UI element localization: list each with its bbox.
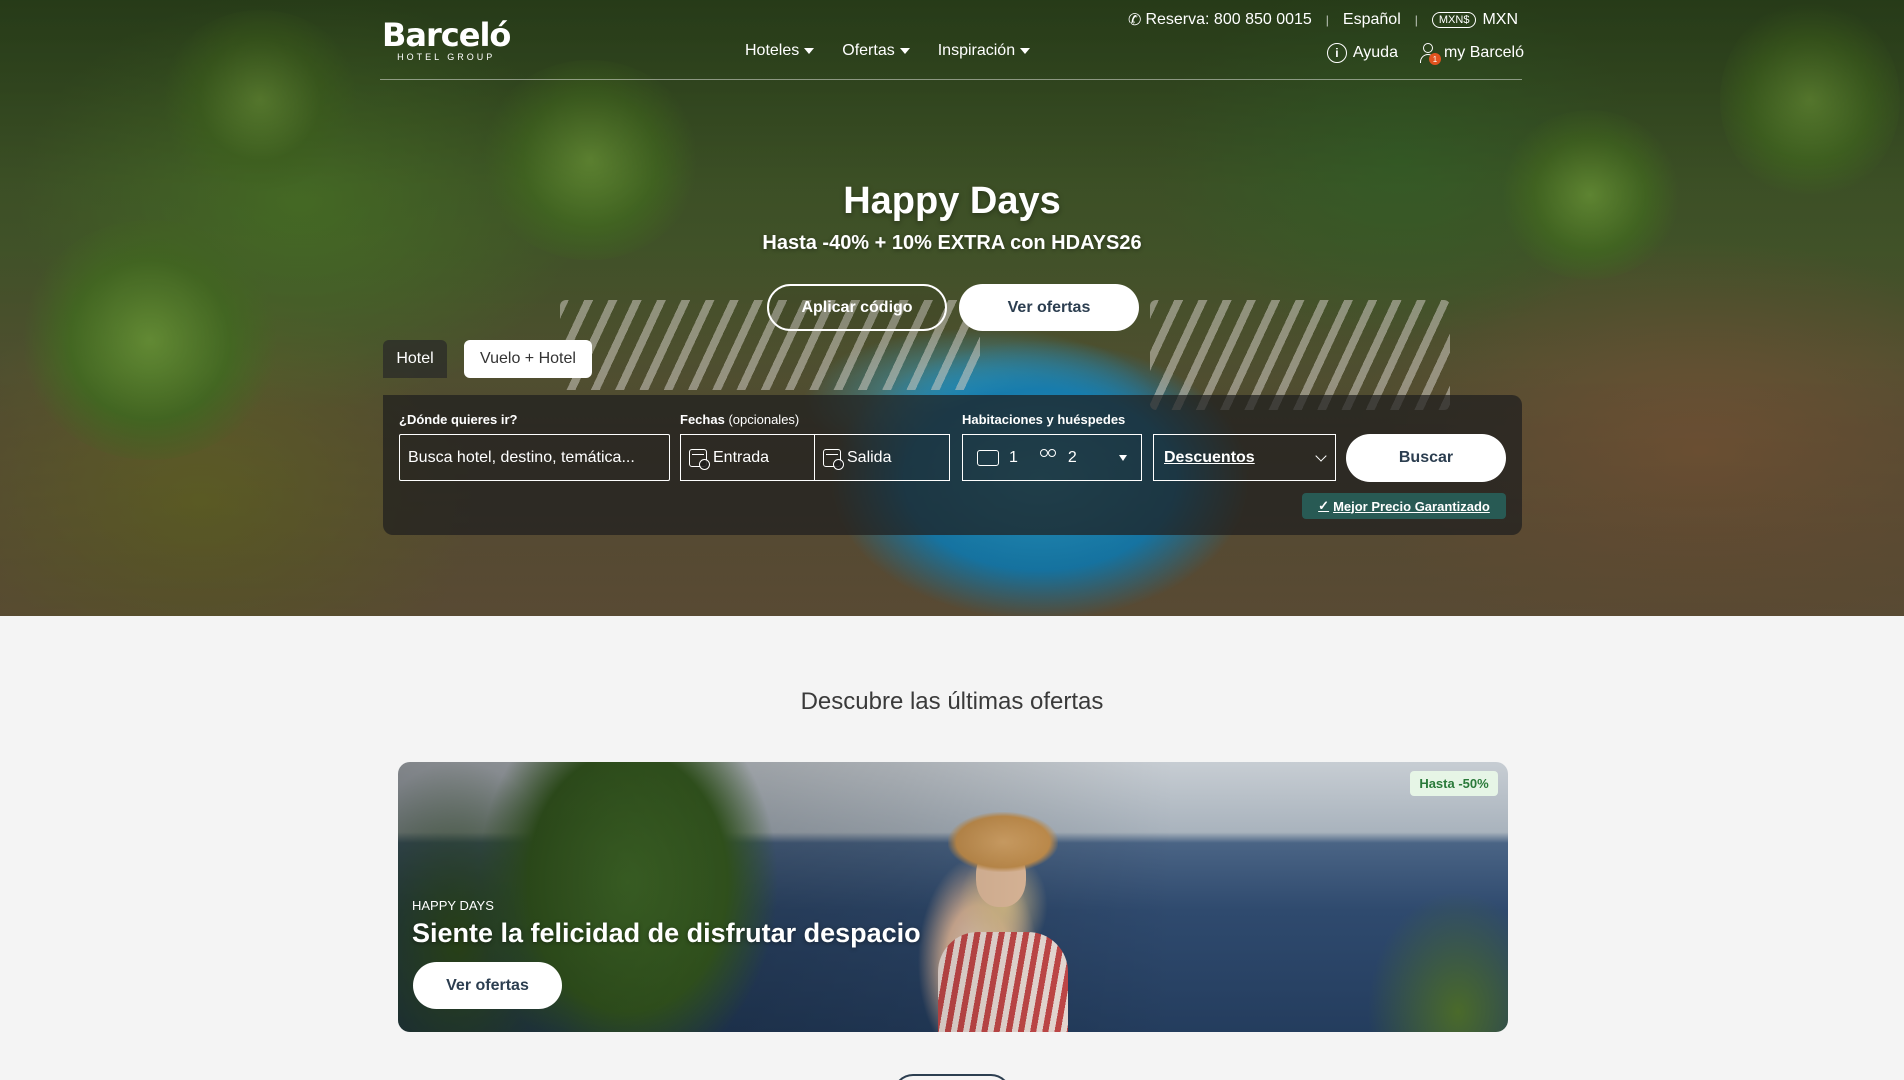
top-bar: ✆ Reserva: 800 850 0015 | Español | MXN$… bbox=[1128, 10, 1518, 30]
phone-icon: ✆ bbox=[1128, 12, 1142, 29]
dates-optional-text: (opcionales) bbox=[728, 412, 800, 427]
dates-label-text: Fechas bbox=[680, 412, 725, 427]
currency-selector[interactable]: MXN$ MXN bbox=[1431, 11, 1518, 29]
dates-label: Fechas (opcionales) bbox=[680, 412, 799, 427]
notification-badge: 1 bbox=[1428, 53, 1441, 65]
see-offers-button[interactable]: Ver ofertas bbox=[959, 284, 1139, 331]
divider: | bbox=[1414, 13, 1418, 27]
guests-count: 2 bbox=[1067, 448, 1077, 466]
logo-subtitle: HOTEL GROUP bbox=[397, 52, 496, 62]
rooms-count: 1 bbox=[1009, 448, 1018, 466]
caret-down-icon bbox=[899, 48, 910, 54]
tab-hotel[interactable]: Hotel bbox=[383, 340, 447, 378]
logo-brand: Barceló bbox=[382, 16, 511, 54]
next-section-button[interactable] bbox=[893, 1074, 1011, 1080]
nav-hoteles[interactable]: Hoteles bbox=[745, 42, 815, 60]
destination-input[interactable]: Busca hotel, destino, temática... bbox=[399, 434, 670, 481]
nav-ofertas[interactable]: Ofertas bbox=[842, 42, 910, 60]
header-divider bbox=[380, 79, 1522, 80]
help-link[interactable]: i Ayuda bbox=[1326, 43, 1398, 63]
offer-heading: Siente la felicidad de disfrutar despaci… bbox=[412, 918, 921, 948]
nav-right: i Ayuda 1 my Barceló bbox=[1326, 42, 1524, 65]
chevron-down-icon bbox=[1315, 449, 1327, 462]
user-icon: 1 bbox=[1418, 42, 1441, 65]
info-icon: i bbox=[1326, 43, 1347, 63]
promo-title: Happy Days bbox=[843, 180, 1061, 222]
checkout-field[interactable]: Salida bbox=[814, 434, 950, 481]
bed-icon bbox=[977, 449, 999, 466]
checkin-field[interactable]: Entrada bbox=[680, 434, 815, 481]
caret-down-icon bbox=[1020, 48, 1031, 54]
discount-badge: Hasta -50% bbox=[1410, 771, 1498, 796]
rooms-guests-selector[interactable]: 1 2 bbox=[962, 434, 1142, 481]
language-selector[interactable]: Español bbox=[1343, 11, 1401, 29]
search-button[interactable]: Buscar bbox=[1346, 434, 1506, 482]
discounts-label: Descuentos bbox=[1164, 448, 1255, 466]
currency-label: MXN bbox=[1482, 11, 1518, 28]
offer-tag: HAPPY DAYS bbox=[412, 898, 494, 913]
phone-label: Reserva: 800 850 0015 bbox=[1145, 11, 1312, 28]
help-label: Ayuda bbox=[1352, 44, 1398, 61]
account-link[interactable]: 1 my Barceló bbox=[1418, 42, 1524, 65]
guests-icon bbox=[1039, 448, 1058, 467]
tab-flight-hotel[interactable]: Vuelo + Hotel bbox=[464, 340, 592, 378]
best-price-label: Mejor Precio Garantizado bbox=[1333, 498, 1490, 514]
nav-label: Ofertas bbox=[842, 42, 895, 59]
discounts-selector[interactable]: Descuentos bbox=[1153, 434, 1336, 481]
check-icon: ✓ bbox=[1318, 498, 1330, 513]
offer-see-offers-button[interactable]: Ver ofertas bbox=[413, 962, 562, 1009]
barcelo-logo[interactable]: Barceló HOTEL GROUP bbox=[382, 16, 511, 62]
calendar-icon bbox=[689, 448, 710, 470]
nav-label: Hoteles bbox=[745, 42, 800, 59]
caret-down-icon bbox=[1119, 454, 1127, 461]
caret-down-icon bbox=[804, 48, 815, 54]
apply-code-button[interactable]: Aplicar código bbox=[767, 284, 947, 331]
rooms-label: Habitaciones y huéspedes bbox=[962, 412, 1126, 427]
nav-inspiracion[interactable]: Inspiración bbox=[937, 42, 1031, 60]
offers-section-title: Descubre las últimas ofertas bbox=[800, 688, 1104, 715]
main-nav: Hoteles Ofertas Inspiración bbox=[745, 42, 1031, 60]
checkout-label: Salida bbox=[847, 448, 892, 466]
offer-card[interactable] bbox=[398, 762, 1508, 1032]
calendar-icon bbox=[823, 448, 844, 470]
promo-subtitle: Hasta -40% + 10% EXTRA con HDAYS26 bbox=[762, 232, 1142, 254]
checkin-label: Entrada bbox=[713, 448, 770, 466]
divider: | bbox=[1325, 13, 1329, 27]
destination-placeholder: Busca hotel, destino, temática... bbox=[408, 448, 635, 466]
best-price-link[interactable]: ✓ Mejor Precio Garantizado bbox=[1302, 493, 1506, 519]
phone-link[interactable]: ✆ Reserva: 800 850 0015 bbox=[1128, 10, 1312, 30]
account-label: my Barceló bbox=[1443, 44, 1524, 61]
currency-icon: MXN$ bbox=[1431, 12, 1477, 28]
nav-label: Inspiración bbox=[937, 42, 1016, 59]
destination-label: ¿Dónde quieres ir? bbox=[399, 412, 518, 427]
